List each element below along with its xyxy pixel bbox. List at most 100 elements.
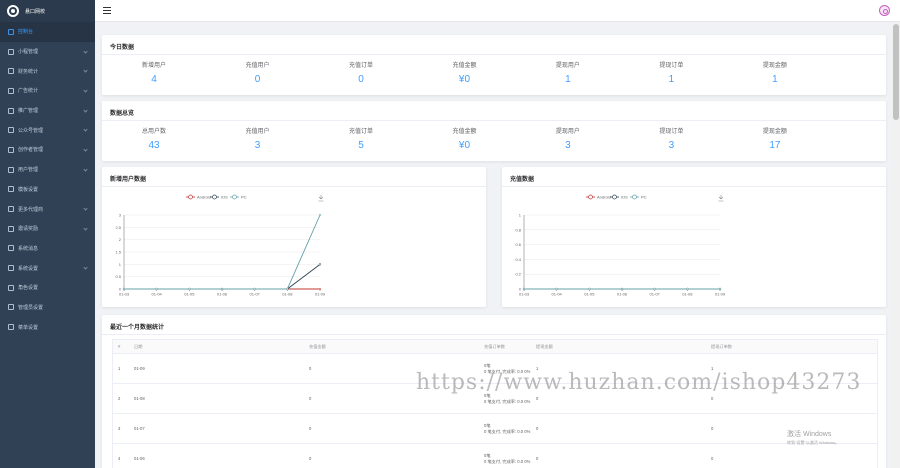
sidebar-item[interactable]: 邀请奖励 [0, 219, 95, 239]
sidebar-item[interactable]: 推广管理 [0, 101, 95, 121]
stat-value: ¥0 [458, 74, 471, 85]
stat-item: 提现订单 3 [641, 126, 701, 151]
stat-item: 充值金额 ¥0 [434, 126, 494, 151]
cell-withdraw-orders: 0 [711, 396, 714, 401]
legend-label: PC [641, 195, 647, 200]
data-point[interactable] [318, 263, 322, 266]
sidebar-item-label: 更多代理商 [18, 206, 44, 213]
legend-marker [232, 194, 237, 200]
sidebar-item[interactable]: 角色设置 [0, 278, 95, 298]
data-point[interactable] [155, 287, 158, 291]
user-avatar[interactable] [879, 5, 890, 16]
sidebar-logo[interactable]: 悬口网校 [0, 0, 95, 22]
sidebar-item-label: 财务统计 [18, 68, 39, 75]
y-tick-label: 0.5 [115, 274, 121, 279]
order-detail: 0 笔支付, 完成率: 0.0 0% [484, 398, 531, 404]
cell-withdraw-amount: 0 [536, 456, 539, 461]
data-point[interactable] [620, 287, 624, 291]
data-point[interactable] [653, 287, 656, 291]
sidebar-item-label: 角色设置 [18, 285, 39, 292]
sidebar-item[interactable]: 更多代理商 [0, 199, 95, 219]
header-index: # [118, 344, 121, 349]
download-icon[interactable] [318, 195, 324, 202]
table-header-row: # 日期 充值金额 充值订单数 提现金额 提现订单数 [113, 340, 877, 354]
sidebar-item[interactable]: 创作者管理 [0, 140, 95, 160]
data-point[interactable] [588, 287, 591, 291]
x-tick-label: 01-06 [217, 292, 228, 297]
hamburger-menu-icon[interactable] [103, 7, 111, 14]
cell-date: 01-07 [134, 426, 145, 431]
data-point[interactable] [188, 287, 191, 291]
sidebar-item[interactable]: 财务统计 [0, 61, 95, 81]
stat-value: 43 [148, 140, 160, 151]
table-row: 3 01-07 0 0笔 0 笔支付, 完成率: 0.0 0% 0 0 [113, 414, 877, 444]
data-point[interactable] [522, 287, 526, 291]
data-point[interactable] [318, 287, 322, 291]
stat-label: 提现用户 [555, 129, 580, 135]
cell-withdraw-orders: 0 [711, 456, 714, 461]
download-icon-path [718, 195, 724, 202]
order-detail: 0 笔支付, 完成率: 0.0 0% [484, 458, 531, 464]
overview-stats-row: 总用户数 43 充值用户 3 充值订单 5 充值金额 ¥0 提现用户 3 提现订单 3 提现金额 17 [142, 126, 876, 156]
menu-item-icon [8, 127, 14, 134]
cell-recharge-amount: 0 [309, 426, 312, 431]
legend-label: iOS [621, 195, 628, 200]
data-point[interactable] [555, 287, 558, 291]
sidebar-item[interactable]: 系统设置 [0, 258, 95, 278]
stat-label: 充值订单 [348, 129, 373, 135]
x-tick-label: 01-08 [282, 292, 293, 297]
chevron-down-icon [83, 49, 88, 54]
menu-item-icon [8, 68, 14, 75]
x-tick-label: 01-07 [250, 292, 261, 297]
data-point[interactable] [122, 287, 126, 291]
legend-marker [612, 194, 617, 200]
sidebar-item[interactable]: 菜单设置 [0, 317, 95, 337]
menu-item-icon [8, 146, 14, 153]
data-point[interactable] [220, 287, 224, 291]
stat-item: 充值订单 5 [331, 126, 391, 151]
sidebar-item-label: 管理员设置 [18, 304, 44, 311]
menu-item-icon [8, 284, 14, 291]
stat-label: 新增用户 [141, 63, 166, 69]
windows-activation-notice: 激活 Windows 转到"设置"以激活 Windows。 [787, 429, 839, 446]
new-users-line-chart: Android iOS PC00.511.522.5301-03 01-04 01-05… [115, 194, 325, 297]
sidebar-item[interactable]: 模板设置 [0, 180, 95, 200]
menu-item-icon [8, 166, 14, 173]
sidebar-item[interactable]: 管理员设置 [0, 298, 95, 318]
sidebar-item-label: 菜单设置 [18, 324, 39, 331]
top-header [95, 0, 900, 22]
recharge-chart-card: 充值数据 Android iOS PC 0 0.2 0.4 0.6 0.8 1 01-03 01-0… [502, 167, 886, 307]
chevron-down-icon [83, 68, 88, 73]
activation-title: 激活 Windows [787, 431, 832, 438]
scrollbar-thumb[interactable] [893, 24, 899, 120]
data-point[interactable] [318, 213, 322, 217]
sidebar-menu: 控制台小程管理财务统计广告统计 推广管理 公众号管理 创作者管理用户管理模板设置更多代… [0, 22, 95, 337]
download-icon[interactable] [718, 195, 724, 202]
x-tick-label: 01-07 [650, 292, 661, 297]
divider [102, 334, 886, 335]
sidebar-item[interactable]: 小程管理 [0, 42, 95, 62]
chevron-down-icon [83, 108, 88, 113]
cell-index: 2 [118, 396, 121, 401]
legend-label: Android [597, 195, 611, 200]
sidebar-item-label: 用户管理 [18, 167, 39, 174]
menu-item-icon [8, 304, 14, 311]
sidebar-item-label: 小程管理 [18, 49, 39, 56]
sidebar-item[interactable]: 系统消息 [0, 239, 95, 259]
x-tick-label: 01-03 [519, 292, 530, 297]
cell-index: 3 [118, 426, 121, 431]
stat-label: 充值金额 [452, 129, 477, 135]
data-point[interactable] [286, 287, 289, 291]
chevron-down-icon [83, 127, 88, 133]
data-point[interactable] [718, 287, 722, 291]
sidebar-item[interactable]: 公众号管理 [0, 120, 95, 140]
y-tick-label: 0.8 [515, 227, 521, 232]
data-point[interactable] [686, 287, 689, 291]
sidebar-item[interactable]: 控制台 [0, 22, 95, 42]
data-point[interactable] [253, 287, 256, 291]
logo-text: 悬口网校 [25, 8, 46, 15]
sidebar-item[interactable]: 用户管理 [0, 160, 95, 180]
sidebar-item[interactable]: 广告统计 [0, 81, 95, 101]
download-icon-path [318, 195, 324, 202]
divider [102, 54, 886, 55]
